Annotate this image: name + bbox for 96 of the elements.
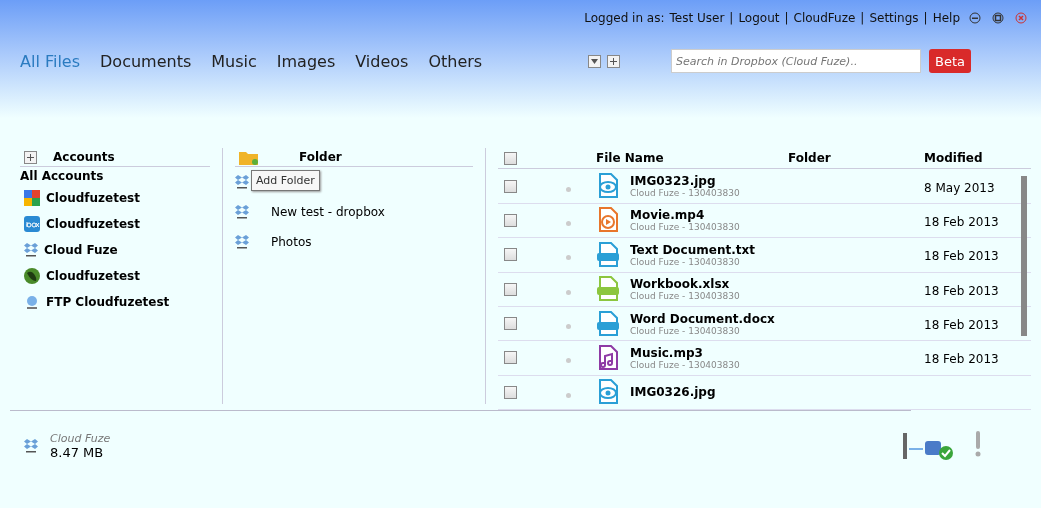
modified-date: 18 Feb 2013 xyxy=(924,318,999,333)
sync-status-icon xyxy=(903,431,955,461)
close-icon[interactable] xyxy=(1015,12,1027,24)
column-header[interactable]: File Name xyxy=(596,151,788,166)
storage-account: Cloud Fuze xyxy=(50,432,111,445)
file-source: Cloud Fuze - 130403830 xyxy=(630,222,740,233)
separator: | xyxy=(923,11,928,25)
category-tab[interactable]: Others xyxy=(428,51,483,71)
column-header[interactable]: Modified xyxy=(924,151,1014,166)
globe-icon xyxy=(24,268,40,284)
column-header[interactable]: Folder xyxy=(788,151,924,166)
music-note-document-icon xyxy=(596,344,620,371)
caret-icon xyxy=(591,58,599,64)
dropbox-icon xyxy=(235,174,249,190)
account-item[interactable]: Cloudfuzetest xyxy=(46,191,140,205)
category-tab[interactable]: Videos xyxy=(355,51,409,71)
minimize-icon[interactable] xyxy=(969,12,981,24)
account-item[interactable]: Cloud Fuze xyxy=(44,243,118,257)
separator: | xyxy=(729,11,734,25)
eye-document-icon xyxy=(596,379,620,406)
status-dot xyxy=(566,392,571,398)
plus-icon xyxy=(27,153,34,161)
add-folder-tooltip: Add Folder xyxy=(251,170,320,191)
file-name[interactable]: IMG0323.jpg xyxy=(630,174,740,189)
file-source: Cloud Fuze - 130403830 xyxy=(630,325,741,336)
eye-document-icon xyxy=(596,173,620,200)
dropbox-icon xyxy=(24,438,38,454)
dropbox-icon xyxy=(235,234,249,250)
row-checkbox[interactable] xyxy=(504,385,517,399)
status-dot xyxy=(566,255,571,261)
modified-date: 8 May 2013 xyxy=(924,180,995,195)
doc-document-icon xyxy=(596,241,620,268)
category-tab[interactable]: Images xyxy=(276,51,336,71)
file-source: Cloud Fuze - 130403830 xyxy=(630,256,741,267)
file-name[interactable]: Workbook.xlsx xyxy=(630,277,740,292)
file-source: Cloud Fuze - 130403830 xyxy=(630,291,740,302)
status-dot xyxy=(566,358,571,364)
separator: | xyxy=(784,11,789,25)
account-item[interactable]: FTP Cloudfuzetest xyxy=(46,295,170,309)
modified-date: 18 Feb 2013 xyxy=(924,249,999,264)
status-dot xyxy=(566,186,571,192)
top-link[interactable]: Settings xyxy=(869,11,919,25)
status-dot xyxy=(566,324,571,330)
maximize-icon[interactable] xyxy=(992,12,1004,24)
folder-heading: Folder xyxy=(299,150,342,164)
file-source: Cloud Fuze - 130403830 xyxy=(630,359,740,370)
status-dot xyxy=(566,289,571,295)
dropbox-icon xyxy=(235,204,249,220)
modified-date: 18 Feb 2013 xyxy=(924,214,999,229)
modified-date: 18 Feb 2013 xyxy=(924,352,999,367)
category-tab[interactable]: Music xyxy=(211,51,257,71)
row-checkbox[interactable] xyxy=(504,282,517,296)
scrollbar[interactable] xyxy=(1021,176,1027,336)
file-name[interactable]: Word Document.docx xyxy=(630,311,775,326)
storage-size: 8.47 MB xyxy=(50,445,105,460)
user-name: Test User xyxy=(669,11,725,25)
status-dot xyxy=(566,220,571,226)
account-item[interactable]: Cloudfuzetest xyxy=(46,269,140,283)
file-name[interactable]: Music.mp3 xyxy=(630,345,740,360)
row-checkbox[interactable] xyxy=(504,213,517,227)
file-name[interactable]: Text Document.txt xyxy=(630,242,755,257)
top-link[interactable]: CloudFuze xyxy=(793,11,856,25)
top-link[interactable]: Help xyxy=(932,11,960,25)
plus-icon xyxy=(610,57,618,65)
category-tab[interactable]: Documents xyxy=(100,51,192,71)
account-item[interactable]: Cloudfuzetest xyxy=(46,217,140,231)
row-checkbox[interactable] xyxy=(504,317,517,331)
all-accounts-item[interactable]: All Accounts xyxy=(20,167,210,185)
add-folder-icon[interactable] xyxy=(239,149,259,165)
file-name[interactable]: IMG0326.jpg xyxy=(630,385,716,400)
dropdown-button[interactable] xyxy=(588,54,602,68)
play-document-icon xyxy=(596,207,620,234)
select-all-checkbox[interactable] xyxy=(504,151,517,165)
spreadsheet-document-icon xyxy=(596,276,620,303)
row-checkbox[interactable] xyxy=(504,351,517,365)
add-button[interactable] xyxy=(607,54,621,68)
separator: | xyxy=(860,11,865,25)
row-checkbox[interactable] xyxy=(504,248,517,262)
logged-in-label: Logged in as: xyxy=(584,11,665,25)
folder-item[interactable]: New test - dropbox xyxy=(271,205,385,219)
file-source: Cloud Fuze - 130403830 xyxy=(630,188,740,199)
row-checkbox[interactable] xyxy=(504,179,517,193)
network-icon xyxy=(24,294,40,310)
doc-document-icon xyxy=(596,310,620,337)
beta-button[interactable]: Beta xyxy=(929,49,971,73)
warning-icon xyxy=(975,431,981,457)
modified-date: 18 Feb 2013 xyxy=(924,283,999,298)
dropbox-icon xyxy=(24,242,38,258)
box-logo-icon xyxy=(24,216,40,232)
colorful-squares-icon xyxy=(24,190,40,206)
folder-item[interactable]: Photos xyxy=(271,235,312,249)
accounts-heading: Accounts xyxy=(53,150,115,164)
file-name[interactable]: Movie.mp4 xyxy=(630,208,740,223)
search-field[interactable]: Search in Dropbox (Cloud Fuze).. xyxy=(671,49,921,73)
top-link[interactable]: Logout xyxy=(738,11,780,25)
add-account-button[interactable] xyxy=(24,150,37,164)
